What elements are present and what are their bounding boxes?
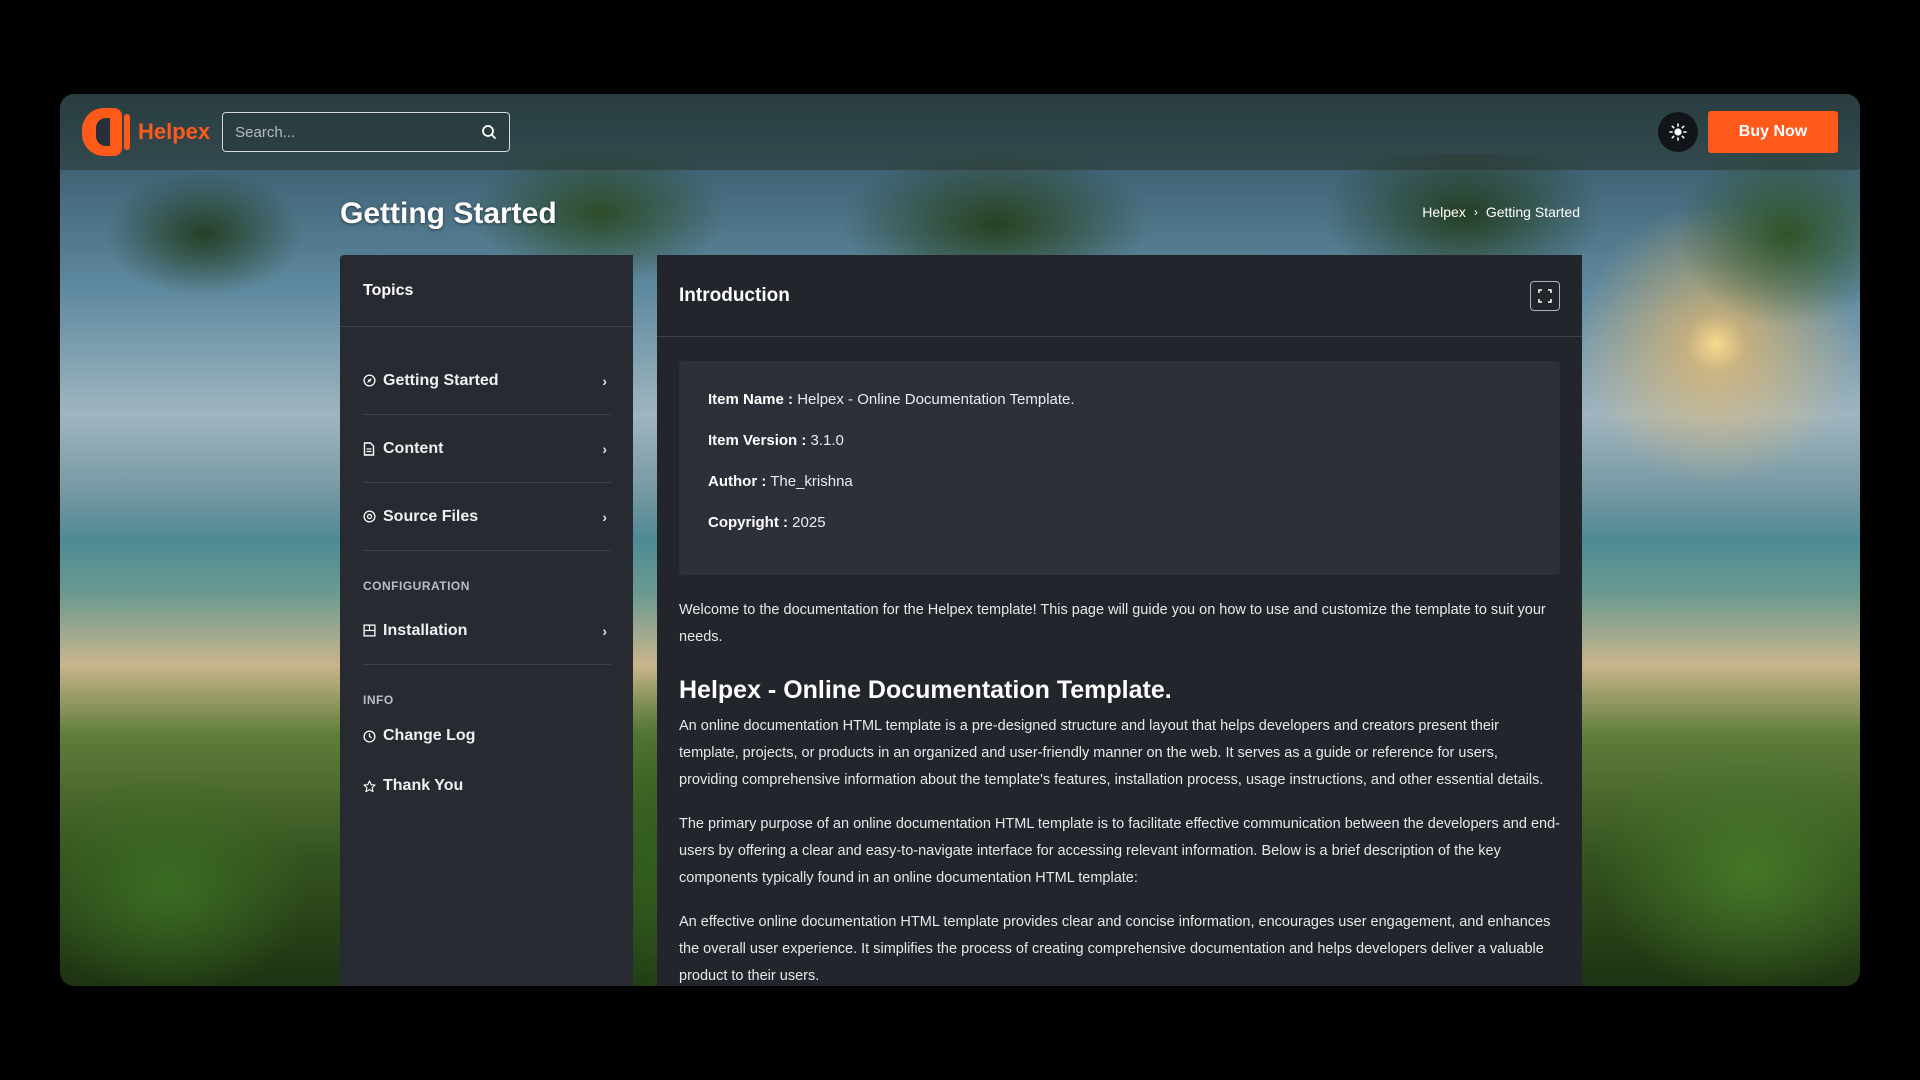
- body-paragraph: An online documentation HTML template is…: [679, 718, 1544, 788]
- sidebar-item-label: Source Files: [383, 507, 479, 525]
- chevron-right-icon: ›: [602, 440, 607, 457]
- app-window: Helpex Buy Now Getting Started Helpex › …: [60, 94, 1860, 986]
- fullscreen-button[interactable]: [1530, 280, 1560, 311]
- panel-content: Item Name : Helpex - Online Documentatio…: [657, 337, 1582, 986]
- search-input[interactable]: [235, 123, 482, 141]
- sidebar-item-content[interactable]: Content ›: [363, 415, 611, 483]
- info-row-item-version: Item Version : 3.1.0: [708, 432, 844, 449]
- sidebar-item-label: Content: [383, 439, 444, 457]
- theme-toggle-button[interactable]: [1658, 112, 1698, 152]
- breadcrumb-separator-icon: ›: [1473, 205, 1478, 219]
- buy-now-button[interactable]: Buy Now: [1708, 111, 1838, 153]
- documentation-panel: Introduction Item Name : Helpex - Online…: [657, 255, 1582, 986]
- body-paragraph: An effective online documentation HTML t…: [679, 914, 1551, 984]
- info-row-item-name: Item Name : Helpex - Online Documentatio…: [708, 391, 1075, 408]
- breadcrumb-link-home[interactable]: Helpex: [1422, 204, 1466, 220]
- sidebar-item-label: Change Log: [383, 727, 476, 744]
- intro-paragraph: Welcome to the documentation for the Hel…: [679, 602, 1546, 645]
- compass-icon: [363, 374, 383, 387]
- brand-name: Helpex: [138, 119, 211, 144]
- breadcrumb-current: Getting Started: [1485, 204, 1580, 220]
- sidebar-item-thank-you[interactable]: Thank You: [363, 761, 611, 811]
- sidebar-item-change-log[interactable]: Change Log: [363, 711, 611, 761]
- sidebar-item-label: Installation: [383, 621, 468, 639]
- sidebar-item-source-files[interactable]: Source Files ›: [363, 483, 611, 551]
- clock-icon: [363, 729, 383, 743]
- section-label-info: INFO: [363, 693, 394, 707]
- chevron-right-icon: ›: [602, 508, 607, 525]
- info-row-copyright: Copyright : 2025: [708, 514, 826, 531]
- search-icon[interactable]: [481, 124, 497, 140]
- at-icon: [363, 510, 383, 523]
- sidebar-title: Topics: [340, 255, 633, 327]
- install-icon: [363, 624, 383, 637]
- page-title: Getting Started: [340, 197, 557, 230]
- breadcrumb: Helpex › Getting Started: [1422, 204, 1580, 220]
- brand-logo[interactable]: Helpex: [82, 108, 210, 156]
- top-navbar: Helpex Buy Now: [60, 94, 1860, 170]
- topics-sidebar: Topics Getting Started › Content › Sourc…: [340, 255, 633, 986]
- chevron-right-icon: ›: [602, 372, 607, 389]
- body-paragraph: The primary purpose of an online documen…: [679, 816, 1560, 886]
- sun-icon: [1669, 123, 1687, 141]
- chevron-right-icon: ›: [602, 622, 607, 639]
- sidebar-item-label: Getting Started: [383, 371, 499, 389]
- sidebar-item-getting-started[interactable]: Getting Started ›: [363, 347, 611, 415]
- expand-icon: [1538, 288, 1552, 303]
- section-label-configuration: CONFIGURATION: [363, 579, 470, 593]
- section-heading: Helpex - Online Documentation Template.: [679, 676, 1172, 704]
- info-row-author: Author : The_krishna: [708, 473, 853, 490]
- star-icon: [363, 779, 383, 793]
- document-icon: [363, 441, 383, 456]
- panel-title: Introduction: [679, 284, 790, 306]
- search-box[interactable]: [222, 112, 511, 152]
- item-info-box: Item Name : Helpex - Online Documentatio…: [679, 361, 1560, 575]
- panel-header: Introduction: [657, 255, 1582, 337]
- sidebar-item-installation[interactable]: Installation ›: [363, 597, 611, 665]
- logo-icon: [82, 108, 130, 156]
- sidebar-item-label: Thank You: [383, 777, 464, 794]
